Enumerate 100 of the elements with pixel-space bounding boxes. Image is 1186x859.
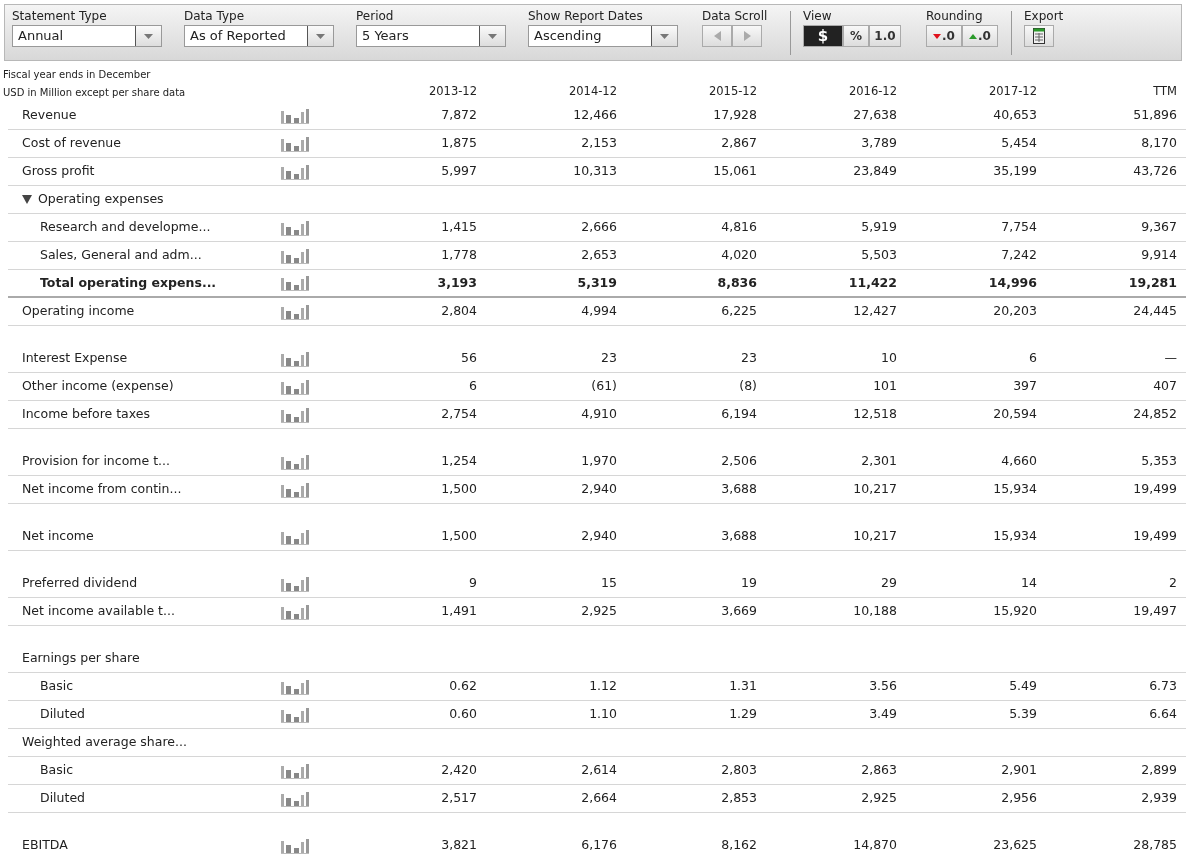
table-cell-text: 1,254 (440, 452, 477, 471)
table-cell-text: 10 (880, 349, 897, 368)
rounding-button[interactable]: .0 (962, 25, 998, 47)
caret-icon (488, 33, 497, 39)
table-cell-text: (8) (738, 377, 757, 396)
table-cell-text: 1.29 (728, 705, 757, 724)
bar-chart-icon (280, 107, 310, 124)
table-cell-text: 10,217 (852, 527, 897, 546)
dropdown[interactable]: Annual (12, 25, 162, 47)
bar-chart-icon (280, 247, 310, 264)
column-header: 2013-12 (427, 83, 477, 101)
table-cell-text: 1,970 (580, 452, 617, 471)
bar-chart-icon (280, 575, 310, 592)
table-cell-text: 20,594 (992, 405, 1037, 424)
table-cell-text: 2,863 (860, 761, 897, 780)
row-label: Diluted (40, 706, 86, 722)
table-cell-text: 7,242 (1000, 246, 1037, 265)
table-cell-text: 15,061 (712, 162, 757, 181)
view-button[interactable]: 1.0 (869, 25, 901, 47)
row-label: Total operating expens... (40, 274, 217, 290)
bar-chart-icon (280, 603, 310, 620)
table-cell-text: 2,925 (580, 602, 617, 621)
view-button[interactable]: % (843, 25, 869, 47)
table-cell-text: 9,367 (1140, 218, 1177, 237)
table-cell-text: 27,638 (852, 106, 897, 125)
table-cell-text: 19,499 (1132, 527, 1177, 546)
dropdown[interactable]: Ascending (528, 25, 678, 47)
table-cell-text: 56 (460, 349, 477, 368)
rounding-button[interactable]: .0 (926, 25, 962, 47)
row-label: Earnings per share (22, 650, 140, 666)
table-cell-text: 5,319 (576, 273, 617, 292)
dropdown[interactable]: As of Reported (184, 25, 334, 47)
table-cell-text: 3,669 (720, 602, 757, 621)
bar-chart-icon (280, 790, 310, 807)
table-cell-text: 15,920 (992, 602, 1037, 621)
table-cell-text: 1,500 (440, 480, 477, 499)
table-cell-text: 4,020 (720, 246, 757, 265)
table-cell-text: 6,176 (580, 836, 617, 855)
toolbar-label: Show Report Dates (528, 9, 644, 23)
toolbar-label: Data Scroll (702, 9, 769, 23)
table-cell-text: 7,872 (440, 106, 477, 125)
table-cell-text: 10,217 (852, 480, 897, 499)
row-label: Net income (22, 528, 94, 544)
table-cell-text: 6.73 (1148, 677, 1177, 696)
table-cell-text: 5,353 (1140, 452, 1177, 471)
bar-chart-icon (280, 678, 310, 695)
dropdown[interactable]: 5 Years (356, 25, 506, 47)
caret-icon (144, 33, 153, 39)
table-cell-text: 23 (600, 349, 617, 368)
bar-chart-icon (280, 453, 310, 470)
table-cell-text: 23,625 (992, 836, 1037, 855)
down-triangle-icon[interactable] (22, 194, 32, 205)
down-triangle-icon (933, 33, 942, 39)
table-cell-text: 5.49 (1008, 677, 1037, 696)
table-cell-text: 7,754 (1000, 218, 1037, 237)
table-cell-text: 2,867 (720, 134, 757, 153)
table-cell-text: 12,466 (572, 106, 617, 125)
column-header: 2017-12 (987, 83, 1037, 101)
toolbar-label: Statement Type (12, 9, 108, 23)
export-button[interactable] (1024, 25, 1054, 47)
bar-chart-icon (280, 219, 310, 236)
table-cell-text: 40,653 (992, 106, 1037, 125)
table-cell-text: 12,518 (852, 405, 897, 424)
table-cell-text: 5.39 (1008, 705, 1037, 724)
table-cell-text: 19 (740, 574, 757, 593)
table-cell-text: 5,997 (440, 162, 477, 181)
view-button[interactable]: $ (803, 25, 843, 47)
table-cell-text: 3,193 (436, 273, 477, 292)
table-cell-text: 2,506 (720, 452, 757, 471)
row-label: Basic (40, 762, 74, 778)
table-cell-text: 2,153 (580, 134, 617, 153)
row-label: Provision for income t... (22, 453, 170, 469)
table-cell-text: (61) (590, 377, 617, 396)
table-cell-text: 24,852 (1132, 405, 1177, 424)
table-cell-text: 1,778 (440, 246, 477, 265)
table-cell-text: 2,853 (720, 789, 757, 808)
bar-chart-icon (280, 481, 310, 498)
column-header: 2016-12 (847, 83, 897, 101)
right-arrow-icon (743, 31, 751, 41)
table-cell-text: 15,934 (992, 480, 1037, 499)
toolbar-label: Export (1024, 9, 1065, 23)
bar-chart-icon (280, 275, 310, 292)
up-triangle-icon (969, 33, 978, 39)
row-label: Net income available t... (22, 603, 175, 619)
table-cell-text: 10,313 (572, 162, 617, 181)
table-cell-text: 28,785 (1132, 836, 1177, 855)
row-label: Interest Expense (22, 350, 128, 366)
table-cell-text: 2,901 (1000, 761, 1037, 780)
column-header: 2015-12 (707, 83, 757, 101)
table-cell-text: 4,816 (720, 218, 757, 237)
table-cell-text: 0.60 (448, 705, 477, 724)
caret-icon (316, 33, 325, 39)
table-cell-text: 5,454 (1000, 134, 1037, 153)
row-label: Cost of revenue (22, 135, 121, 151)
note-text: Fiscal year ends in December (2, 68, 152, 82)
bar-chart-icon (280, 762, 310, 779)
column-header: TTM (1152, 83, 1177, 101)
table-cell-text: 0.62 (448, 677, 477, 696)
row-label: Operating expenses (38, 191, 164, 207)
table-cell-text: 6,194 (720, 405, 757, 424)
